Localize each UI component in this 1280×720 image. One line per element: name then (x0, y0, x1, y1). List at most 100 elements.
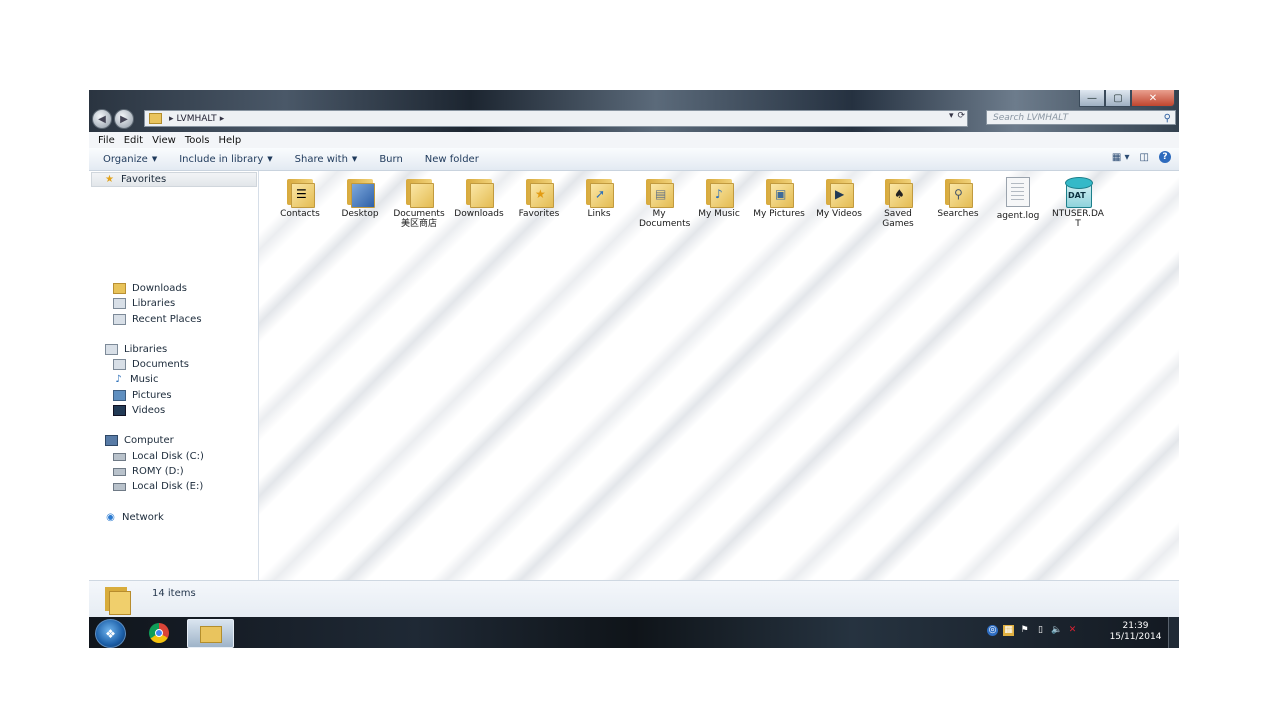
nav-recent-places[interactable]: Recent Places (113, 314, 202, 325)
music-icon: ♪ (115, 374, 122, 385)
my-pictures-folder[interactable]: ▣ My Pictures (749, 177, 809, 219)
videos-icon (113, 405, 126, 416)
item-label: Downloads (454, 209, 504, 219)
my-music-folder[interactable]: ♪ My Music (689, 177, 749, 219)
nav-videos[interactable]: Videos (113, 405, 165, 416)
ntuser-dat-file[interactable]: DAT NTUSER.DAT (1048, 177, 1108, 229)
nav-favorites[interactable]: ★ Favorites (91, 172, 257, 187)
contacts-folder[interactable]: ☰ Contacts (270, 177, 330, 219)
agent-log-file[interactable]: agent.log (988, 177, 1048, 221)
nav-label: Favorites (121, 174, 167, 185)
battery-icon[interactable]: ▯ (1035, 625, 1046, 636)
nav-local-disk-c[interactable]: Local Disk (C:) (113, 451, 204, 462)
menu-file[interactable]: File (98, 135, 115, 146)
menu-help[interactable]: Help (218, 135, 241, 146)
change-view-icon[interactable]: ▦ ▾ (1112, 152, 1130, 163)
nav-romy-d[interactable]: ROMY (D:) (113, 466, 184, 477)
back-button[interactable]: ◀ (92, 109, 112, 129)
app-tray-icon[interactable]: ◎ (987, 625, 998, 636)
documents-icon (113, 359, 126, 370)
searches-folder[interactable]: ⚲ Searches (928, 177, 988, 219)
organize-button[interactable]: Organize ▼ (103, 154, 157, 165)
volume-icon[interactable]: 🔈 (1051, 625, 1062, 636)
show-desktop-button[interactable] (1168, 617, 1179, 648)
downloads-folder-icon (113, 283, 126, 294)
include-in-library-button[interactable]: Include in library ▼ (179, 154, 272, 165)
network-status-icon[interactable]: ✕ (1067, 625, 1078, 636)
favorites-folder[interactable]: ★ Favorites (509, 177, 569, 219)
nav-documents[interactable]: Documents (113, 359, 189, 370)
nav-network[interactable]: ◉ Network (105, 512, 164, 523)
search-placeholder: Search LVMHALT (993, 112, 1069, 123)
share-with-button[interactable]: Share with ▼ (295, 154, 358, 165)
nav-label: Libraries (132, 298, 176, 309)
nav-music[interactable]: ♪ Music (113, 374, 158, 385)
navigation-pane: ★ Favorites Downloads Libraries Recent P… (89, 171, 259, 580)
computer-icon (105, 435, 118, 446)
details-pane: 14 items (89, 580, 1179, 618)
address-dropdown-icon[interactable]: ▾ (949, 111, 954, 121)
colorful-tray-icon[interactable]: ▦ (1003, 625, 1014, 636)
start-button[interactable]: ❖ (95, 619, 126, 648)
nav-libraries[interactable]: Libraries (105, 344, 167, 355)
item-label: Links (587, 209, 611, 219)
menu-edit[interactable]: Edit (124, 135, 143, 146)
help-icon[interactable]: ? (1159, 151, 1171, 163)
maximize-button[interactable]: ▢ (1105, 90, 1131, 107)
minimize-button[interactable]: — (1079, 90, 1105, 107)
my-documents-folder[interactable]: ▤ My Documents (629, 177, 690, 229)
chevron-down-icon: ▼ (151, 155, 158, 163)
network-icon: ◉ (106, 512, 115, 523)
nav-computer[interactable]: Computer (105, 435, 174, 446)
burn-button[interactable]: Burn (379, 154, 402, 165)
breadcrumb-segment[interactable]: LVMHALT (177, 114, 217, 124)
user-folder-icon (105, 587, 131, 615)
chrome-icon[interactable] (149, 623, 169, 643)
breadcrumb-arrow-icon[interactable]: ▸ (220, 114, 225, 124)
window-controls: — ▢ ✕ (1079, 90, 1175, 107)
links-folder[interactable]: ➚ Links (569, 177, 629, 219)
close-button[interactable]: ✕ (1131, 90, 1175, 107)
explorer-taskbar-button[interactable] (187, 619, 234, 648)
address-bar[interactable]: ▸ LVMHALT ▸ (144, 110, 968, 127)
menu-view[interactable]: View (152, 135, 176, 146)
nav-label: Local Disk (C:) (132, 451, 204, 462)
nav-pictures[interactable]: Pictures (113, 390, 172, 401)
searches-folder-icon: ⚲ (943, 177, 973, 208)
file-list: ☰ Contacts Desktop Documents 美区商店 Downlo… (259, 171, 1179, 580)
nav-label: Downloads (132, 283, 187, 294)
item-label: Searches (937, 209, 979, 219)
menu-tools[interactable]: Tools (185, 135, 210, 146)
nav-local-disk-e[interactable]: Local Disk (E:) (113, 481, 203, 492)
downloads-folder[interactable]: Downloads (449, 177, 509, 219)
preview-pane-icon[interactable]: ◫ (1140, 152, 1149, 163)
clock[interactable]: 21:39 15/11/2014 (1108, 621, 1163, 643)
saved-games-folder[interactable]: ♠ Saved Games (868, 177, 928, 229)
favorites-folder-icon: ★ (524, 177, 554, 208)
search-input[interactable]: Search LVMHALT ⚲ (986, 110, 1176, 125)
downloads-folder-icon (464, 177, 494, 208)
nav-libraries-shortcut[interactable]: Libraries (113, 298, 175, 309)
nav-downloads[interactable]: Downloads (113, 283, 187, 294)
item-label: Contacts (280, 209, 320, 219)
forward-button[interactable]: ▶ (114, 109, 134, 129)
search-icon[interactable]: ⚲ (1164, 113, 1171, 124)
my-videos-folder[interactable]: ▶ My Videos (809, 177, 869, 219)
menu-bar: File Edit View Tools Help (89, 132, 1179, 149)
nav-label: Local Disk (E:) (132, 481, 204, 492)
libraries-icon (113, 298, 126, 309)
title-bar: — ▢ ✕ ◀ ▶ ▸ LVMHALT ▸ ▾ ⟳ Search LVMHALT… (89, 90, 1179, 132)
action-center-flag-icon[interactable]: ⚑ (1019, 625, 1030, 636)
burn-label: Burn (379, 153, 403, 165)
new-folder-button[interactable]: New folder (425, 154, 479, 165)
documents-folder[interactable]: Documents 美区商店 (389, 177, 449, 229)
refresh-icon[interactable]: ⟳ (958, 111, 966, 121)
recent-places-icon (113, 314, 126, 325)
navigation-buttons: ◀ ▶ (92, 109, 134, 129)
item-label: Documents 美区商店 (393, 209, 445, 229)
desktop-folder[interactable]: Desktop (330, 177, 390, 219)
dat-file-icon: DAT (1062, 177, 1094, 208)
hard-disk-icon (113, 482, 126, 491)
breadcrumb-arrow-icon[interactable]: ▸ (169, 114, 174, 124)
nav-label: Music (130, 374, 159, 385)
